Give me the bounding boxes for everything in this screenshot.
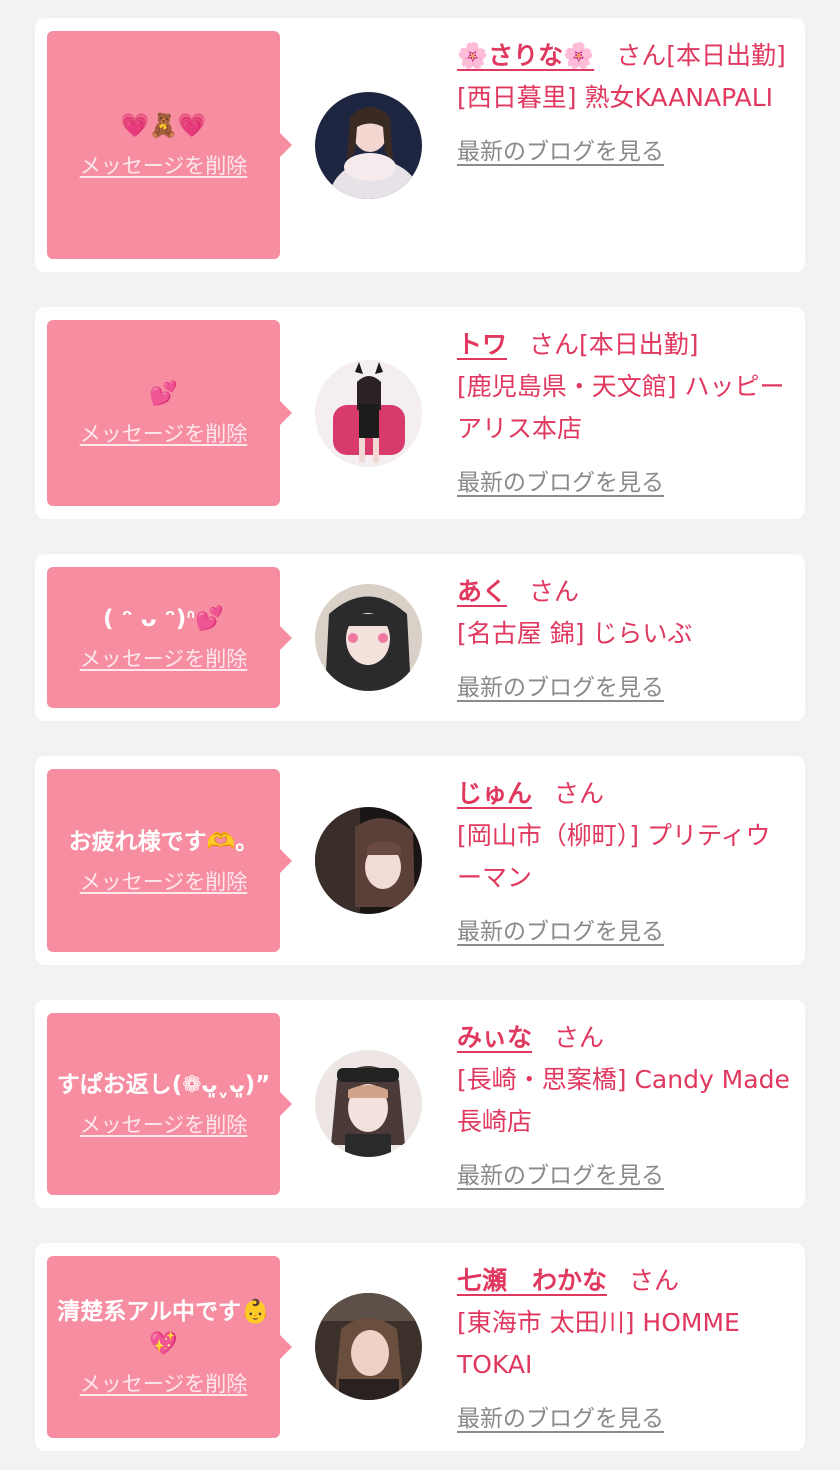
cast-info: 🌸さりな🌸 さん[本日出勤] [西日暮里] 熟女KAANAPALI 最新のブログを…	[457, 35, 792, 173]
cast-info: みぃな さん [長崎・思案橋] Candy Made 長崎店 最新のブログを見る	[457, 1017, 792, 1197]
message-bubble: 💕 メッセージを削除	[47, 320, 292, 506]
message-bubble: すぱお返し(❁ᴗ͈ˬᴗ͈)” メッセージを削除	[47, 1013, 292, 1195]
honorific: さん	[554, 1023, 605, 1052]
avatar[interactable]	[315, 807, 422, 914]
delete-message-link[interactable]: メッセージを削除	[80, 866, 248, 896]
cast-info: あく さん [名古屋 錦] じらいぶ 最新のブログを見る	[457, 571, 792, 709]
avatar[interactable]	[315, 1050, 422, 1157]
cast-name-link[interactable]: あく	[457, 577, 507, 606]
cast-name-link[interactable]: トワ	[457, 330, 507, 359]
delete-message-link[interactable]: メッセージを削除	[80, 150, 248, 180]
view-blog-link[interactable]: 最新のブログを見る	[457, 1398, 664, 1440]
avatar[interactable]	[315, 584, 422, 691]
message-bubble: お疲れ様です🫶。 メッセージを削除	[47, 769, 292, 952]
message-bubble: 清楚系アル中です👶💖 メッセージを削除	[47, 1256, 292, 1438]
view-blog-link[interactable]: 最新のブログを見る	[457, 911, 664, 953]
message-bubble: ( ᵔ ᴗ ᵔ)ᐢ💕 メッセージを削除	[47, 567, 292, 708]
message-bubble: 💗🧸💗 メッセージを削除	[47, 31, 292, 259]
shop-text: [名古屋 錦] じらいぶ	[457, 619, 693, 648]
message-list: 💗🧸💗 メッセージを削除 🌸さりな🌸 さん[本日出勤] [西日暮里] 熟女KAAN…	[0, 0, 840, 1470]
view-blog-link[interactable]: 最新のブログを見る	[457, 462, 664, 504]
message-text: 清楚系アル中です👶💖	[57, 1299, 270, 1357]
view-blog-link[interactable]: 最新のブログを見る	[457, 131, 664, 173]
honorific: さん	[616, 41, 667, 70]
shop-text: [岡山市（柳町）] プリティウーマン	[457, 821, 771, 892]
delete-message-link[interactable]: メッセージを削除	[80, 643, 248, 673]
shop-text: [東海市 太田川] HOMME TOKAI	[457, 1308, 740, 1379]
delete-message-link[interactable]: メッセージを削除	[80, 1368, 248, 1398]
view-blog-link[interactable]: 最新のブログを見る	[457, 667, 664, 709]
honorific: さん	[529, 577, 580, 606]
message-card: 💕 メッセージを削除 トワ さん[本日出勤] [鹿児島県・天文館] ハッピーアリス…	[35, 307, 805, 519]
shop-text: [長崎・思案橋] Candy Made 長崎店	[457, 1065, 790, 1136]
shop-text: [鹿児島県・天文館] ハッピーアリス本店	[457, 372, 785, 443]
avatar[interactable]	[315, 1293, 422, 1400]
shop-text: [西日暮里] 熟女KAANAPALI	[457, 83, 773, 112]
cast-info: じゅん さん [岡山市（柳町）] プリティウーマン 最新のブログを見る	[457, 773, 792, 953]
message-text: 💗🧸💗	[120, 113, 207, 139]
message-text: ( ᵔ ᴗ ᵔ)ᐢ💕	[103, 605, 224, 632]
cast-name-link[interactable]: 🌸さりな🌸	[457, 41, 594, 70]
message-card: 清楚系アル中です👶💖 メッセージを削除 七瀬 わかな さん [東海市 太田川] H…	[35, 1243, 805, 1451]
cast-name-link[interactable]: 七瀬 わかな	[457, 1266, 607, 1295]
delete-message-link[interactable]: メッセージを削除	[80, 1109, 248, 1139]
honorific: さん	[554, 779, 605, 808]
status-text: [本日出勤]	[579, 330, 699, 359]
view-blog-link[interactable]: 最新のブログを見る	[457, 1155, 664, 1197]
honorific: さん	[629, 1266, 680, 1295]
cast-name-link[interactable]: じゅん	[457, 779, 532, 808]
message-card: すぱお返し(❁ᴗ͈ˬᴗ͈)” メッセージを削除 みぃな さん [長崎・思案橋] C…	[35, 1000, 805, 1208]
cast-info: 七瀬 わかな さん [東海市 太田川] HOMME TOKAI 最新のブログを見る	[457, 1260, 792, 1440]
status-text: [本日出勤]	[666, 41, 786, 70]
avatar[interactable]	[315, 92, 422, 199]
avatar[interactable]	[315, 360, 422, 467]
cast-info: トワ さん[本日出勤] [鹿児島県・天文館] ハッピーアリス本店 最新のブログを見…	[457, 324, 792, 504]
honorific: さん	[529, 330, 580, 359]
message-text: 💕	[149, 381, 178, 407]
delete-message-link[interactable]: メッセージを削除	[80, 418, 248, 448]
message-card: ( ᵔ ᴗ ᵔ)ᐢ💕 メッセージを削除 あく さん [名古屋 錦] じらいぶ 最新…	[35, 554, 805, 721]
message-card: お疲れ様です🫶。 メッセージを削除 じゅん さん [岡山市（柳町）] プリティウー…	[35, 756, 805, 965]
message-text: お疲れ様です🫶。	[68, 828, 259, 855]
cast-name-link[interactable]: みぃな	[457, 1023, 532, 1052]
message-card: 💗🧸💗 メッセージを削除 🌸さりな🌸 さん[本日出勤] [西日暮里] 熟女KAAN…	[35, 18, 805, 272]
message-text: すぱお返し(❁ᴗ͈ˬᴗ͈)”	[56, 1072, 271, 1098]
